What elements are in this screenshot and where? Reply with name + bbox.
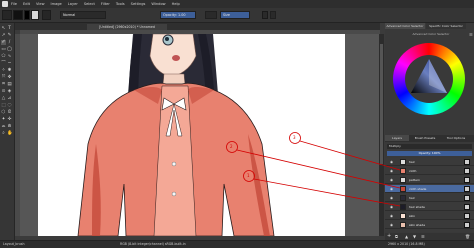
callout-line-3 (299, 140, 401, 171)
callout-label-1: 1 (247, 173, 250, 178)
annotation-overlay (226, 132, 401, 207)
callout-label-2: 2 (230, 144, 233, 149)
callout-label-3: 3 (293, 135, 296, 140)
callout-line-2 (236, 149, 401, 189)
